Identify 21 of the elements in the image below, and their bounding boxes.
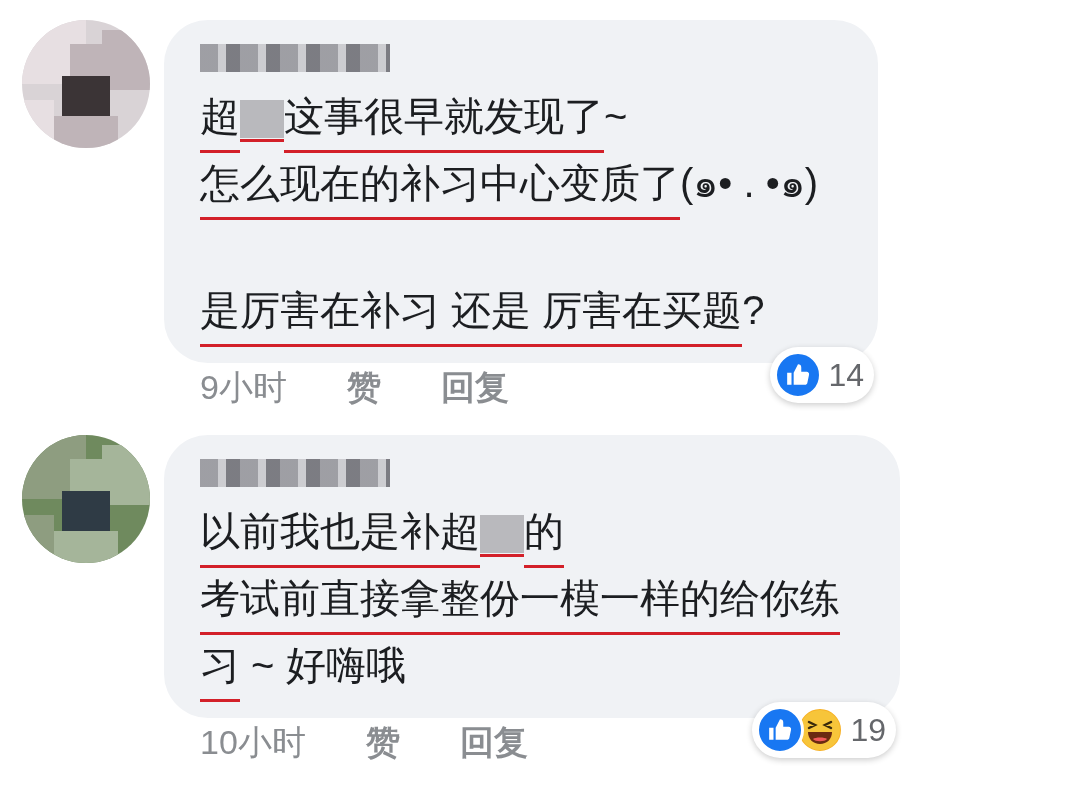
comment-text: 习 <box>200 635 240 702</box>
comment-text: ~ 好嗨哦 <box>250 642 406 689</box>
comment-text: (๑• . •๑) <box>680 160 818 207</box>
comment-text: 考试前直接拿整份一模一样的给你练 <box>200 568 840 635</box>
reply-link[interactable]: 回复 <box>440 365 509 409</box>
like-link[interactable]: 赞 <box>346 365 381 409</box>
reaction-badge[interactable]: 19 <box>752 702 896 758</box>
comment-text: 是厉害在补习 还是 厉害在买题 <box>200 280 743 347</box>
thumbs-up-icon <box>756 706 805 754</box>
reaction-count: 19 <box>850 711 886 750</box>
comment-text: 怎么现在的补习中心变质了 <box>200 153 680 220</box>
comment-text: 这事很早就发现了 <box>284 86 604 153</box>
like-link[interactable]: 赞 <box>365 720 400 764</box>
comment-text: 的 <box>524 501 564 568</box>
comment-time: 9小时 <box>200 367 287 408</box>
reaction-badge[interactable]: 14 <box>770 347 874 403</box>
reply-link[interactable]: 回复 <box>459 720 528 764</box>
comment-text: ? <box>742 287 765 334</box>
comment-time: 10小时 <box>200 722 306 763</box>
comment-text: ~ <box>604 93 628 140</box>
reaction-count: 14 <box>828 356 864 395</box>
